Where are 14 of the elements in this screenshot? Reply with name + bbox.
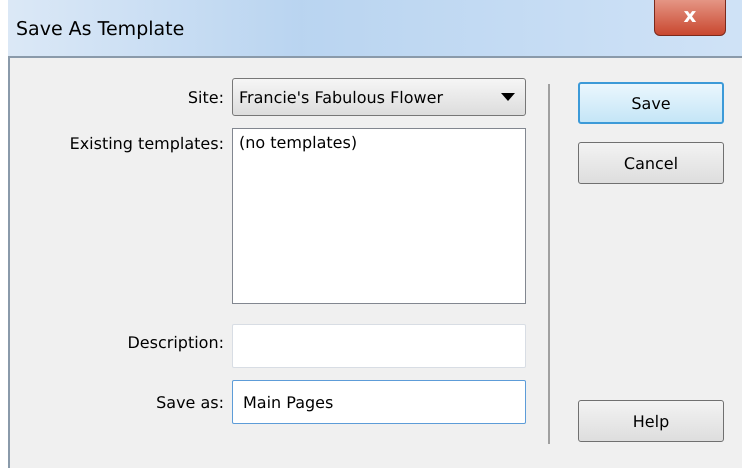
site-dropdown[interactable]: Francie's Fabulous Flower [232,78,526,116]
window-title: Save As Template [15,17,184,40]
field-label: Description: [126,332,224,352]
field-label: Save as: [155,392,224,412]
description-field[interactable] [232,324,526,368]
field-label: Existing templates: [68,134,224,153]
dialog-button[interactable]: Help [578,400,724,442]
save-as-field[interactable]: Main Pages [232,380,526,424]
dialog-button[interactable]: Cancel [578,142,724,184]
templates-list[interactable]: (no templates) [232,128,526,304]
field-label: Site: [186,88,224,106]
dialog-button[interactable]: Save [578,82,724,124]
list-item[interactable]: (no templates) [239,133,519,152]
caret-icon [501,93,515,101]
